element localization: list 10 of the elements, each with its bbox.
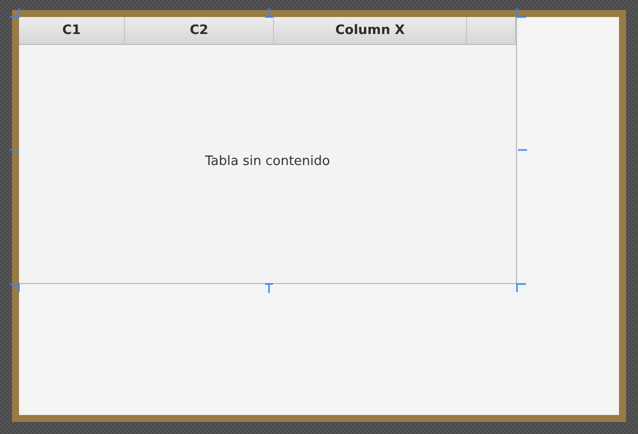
resize-handle-icon[interactable] bbox=[517, 8, 527, 18]
resize-handle-icon[interactable] bbox=[264, 8, 274, 18]
empty-table-message: Tabla sin contenido bbox=[205, 154, 330, 168]
resize-handle-icon[interactable] bbox=[10, 283, 20, 293]
resize-handle-icon[interactable] bbox=[264, 284, 274, 294]
column-header[interactable]: C2 bbox=[125, 17, 274, 44]
resize-handle-icon[interactable] bbox=[517, 283, 527, 293]
resize-handle-icon[interactable] bbox=[10, 8, 20, 18]
column-header[interactable]: C1 bbox=[19, 17, 125, 44]
column-header[interactable]: Column X bbox=[274, 17, 467, 44]
